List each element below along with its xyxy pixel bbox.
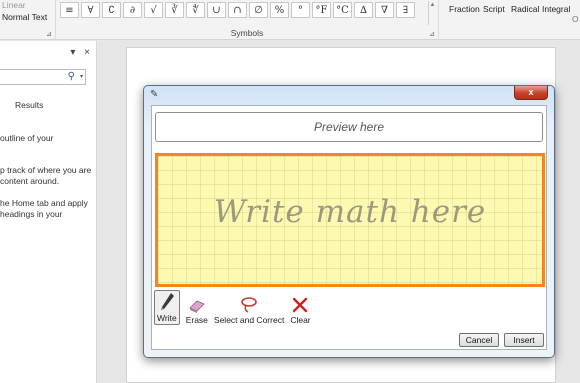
- close-icon[interactable]: ×: [84, 47, 90, 58]
- insert-button[interactable]: Insert: [504, 333, 544, 347]
- symbol-button[interactable]: %: [270, 2, 289, 18]
- cancel-button[interactable]: Cancel: [459, 333, 499, 347]
- linear-button[interactable]: Linear: [2, 0, 26, 10]
- symbol-button[interactable]: ∁: [102, 2, 121, 18]
- symbol-button[interactable]: °C: [333, 2, 352, 18]
- overflow-structure-button[interactable]: O: [572, 14, 579, 24]
- nav-help-text: he Home tab and apply: [0, 198, 88, 208]
- symbols-launcher-icon[interactable]: ⊿: [429, 30, 435, 38]
- dialog-content: Preview here Write math here Write Erase…: [151, 105, 547, 350]
- symbol-button[interactable]: ∛: [165, 2, 184, 18]
- nav-help-text: p track of where you are: [0, 165, 92, 175]
- symbols-group-label: Symbols: [230, 28, 264, 38]
- select-correct-tool-label: Select and Correct: [213, 315, 285, 325]
- symbol-button[interactable]: °F: [312, 2, 331, 18]
- tools-launcher-icon[interactable]: ⊿: [46, 30, 52, 38]
- symbols-gallery: ≡ ∀ ∁ ∂ √ ∛ ∜ ∪ ∩ ∅ % ° °F °C ∆ ∇ ∃: [60, 2, 417, 18]
- fraction-button[interactable]: Fraction: [449, 4, 480, 14]
- symbols-group: ≡ ∀ ∁ ∂ √ ∛ ∜ ∪ ∩ ∅ % ° °F °C ∆ ∇ ∃ ▲ Sy…: [56, 0, 439, 40]
- symbol-button[interactable]: ∆: [354, 2, 373, 18]
- write-tool-button[interactable]: Write: [154, 290, 180, 325]
- symbol-button[interactable]: ∩: [228, 2, 247, 18]
- erase-tool-button[interactable]: Erase: [186, 294, 208, 325]
- tools-group: Linear Normal Text ⊿: [0, 0, 56, 40]
- pen-icon: [159, 292, 175, 312]
- select-correct-tool-button[interactable]: Select and Correct: [214, 294, 284, 325]
- preview-area: Preview here: [155, 112, 543, 142]
- integral-button[interactable]: Integral: [542, 4, 570, 14]
- nav-search-input[interactable]: ⚲ ▾: [0, 69, 86, 85]
- symbol-button[interactable]: ∜: [186, 2, 205, 18]
- symbol-button[interactable]: ∇: [375, 2, 394, 18]
- chevron-down-icon[interactable]: ▾: [70, 47, 75, 58]
- clear-tool-label: Clear: [290, 315, 311, 325]
- radical-button[interactable]: Radical: [511, 4, 539, 14]
- nav-help-text: headings in your: [0, 209, 63, 219]
- symbol-button[interactable]: ∃: [396, 2, 415, 18]
- eraser-icon: [188, 294, 206, 314]
- writing-area[interactable]: Write math here: [155, 153, 545, 287]
- symbol-button[interactable]: ∀: [81, 2, 100, 18]
- dialog-buttons: Cancel Insert: [454, 333, 544, 347]
- nav-help-text: content around.: [0, 176, 60, 186]
- symbol-button[interactable]: ∅: [249, 2, 268, 18]
- erase-tool-label: Erase: [185, 315, 208, 325]
- ribbon: Linear Normal Text ⊿ ≡ ∀ ∁ ∂ √ ∛ ∜ ∪ ∩ ∅…: [0, 0, 580, 40]
- script-button[interactable]: Script: [483, 4, 505, 14]
- dialog-pen-icon: ✎: [150, 89, 159, 100]
- nav-pane-controls: ▾ ×: [64, 47, 90, 58]
- tab-results[interactable]: Results: [15, 100, 43, 110]
- math-input-dialog: ✎ x Preview here Write math here Write E…: [143, 85, 555, 358]
- normal-text-button[interactable]: Normal Text: [2, 12, 47, 22]
- symbol-button[interactable]: ∂: [123, 2, 142, 18]
- nav-help-text: outline of your: [0, 133, 54, 143]
- clear-icon: [291, 294, 309, 314]
- symbols-scroll-up-icon[interactable]: ▲: [428, 1, 436, 25]
- search-dropdown-icon[interactable]: ▾: [80, 73, 83, 80]
- navigation-pane: ▾ × ⚲ ▾ Results outline of your p track …: [0, 41, 97, 383]
- search-icon[interactable]: ⚲: [68, 71, 75, 82]
- symbol-button[interactable]: √: [144, 2, 163, 18]
- close-button[interactable]: x: [514, 86, 548, 100]
- lasso-icon: [239, 294, 259, 314]
- symbol-button[interactable]: ≡: [60, 2, 79, 18]
- dialog-toolbar: Write Erase Select and Correct Clear: [154, 290, 317, 325]
- symbol-button[interactable]: ∪: [207, 2, 226, 18]
- symbol-button[interactable]: °: [291, 2, 310, 18]
- write-tool-label: Write: [157, 313, 177, 323]
- write-hint: Write math here: [213, 194, 487, 230]
- clear-tool-button[interactable]: Clear: [290, 294, 311, 325]
